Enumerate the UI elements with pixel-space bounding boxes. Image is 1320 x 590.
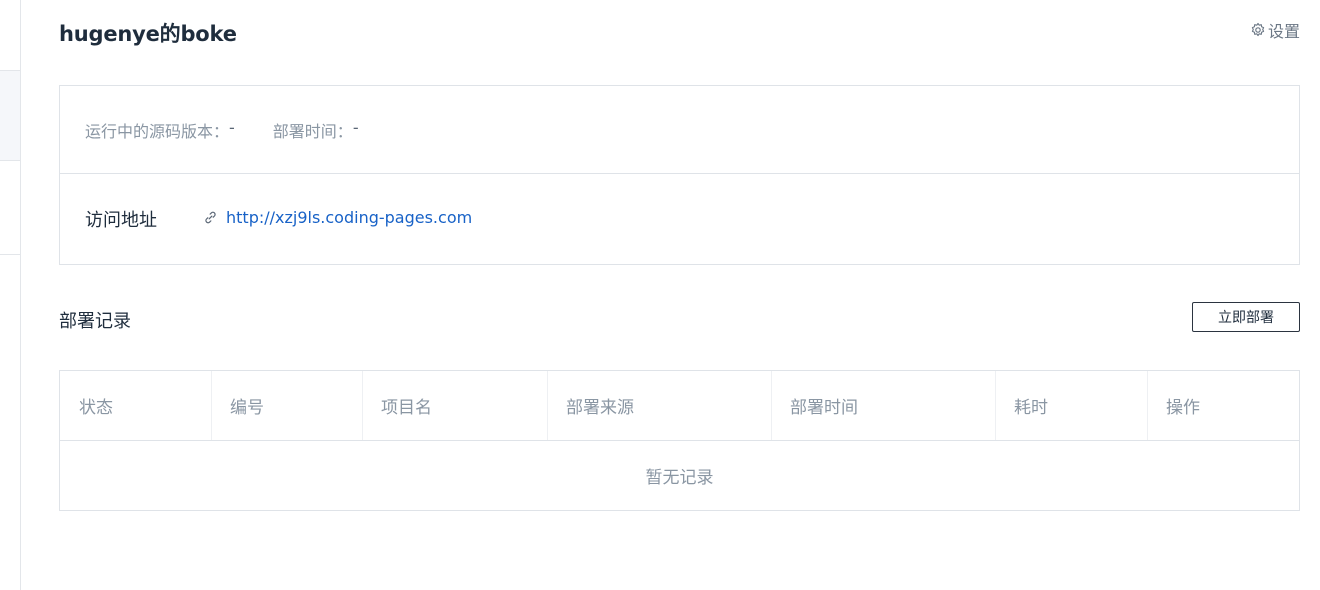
empty-state: 暂无记录	[645, 468, 714, 488]
column-divider	[771, 371, 772, 440]
sidebar-divider	[0, 254, 20, 255]
column-header-duration: 耗时	[1014, 398, 1048, 418]
sidebar-active-item[interactable]	[0, 70, 20, 161]
deploy-time-label: 部署时间：	[272, 121, 353, 141]
visit-url-text: http://xzj9ls.coding-pages.com	[226, 207, 473, 227]
deploy-now-button[interactable]: 立即部署	[1192, 302, 1300, 332]
settings-label: 设置	[1267, 22, 1300, 41]
gear-icon	[1251, 22, 1265, 37]
page-title: hugenye的boke	[59, 22, 237, 46]
table-header: 状态 编号 项目名 部署来源 部署时间 耗时 操作	[60, 371, 1299, 441]
left-sidebar-rail	[0, 0, 21, 590]
visit-url-link[interactable]: http://xzj9ls.coding-pages.com	[203, 208, 472, 227]
deploy-time: 部署时间： -	[273, 118, 359, 142]
deploy-records-title: 部署记录	[59, 311, 131, 332]
version-row: 运行中的源码版本： - 部署时间： -	[60, 86, 1299, 174]
deployment-info-card: 运行中的源码版本： - 部署时间： - 访问地址 http://xzj9ls.c…	[59, 85, 1300, 265]
source-version-label: 运行中的源码版本：	[85, 121, 230, 141]
visit-row: 访问地址 http://xzj9ls.coding-pages.com	[60, 174, 1299, 264]
column-header-status: 状态	[79, 398, 113, 418]
column-header-deploy-time: 部署时间	[790, 398, 858, 418]
column-header-project: 项目名	[381, 398, 432, 418]
column-header-actions: 操作	[1166, 398, 1200, 418]
link-icon	[205, 211, 216, 223]
column-divider	[547, 371, 548, 440]
deploy-time-value: -	[352, 117, 359, 137]
column-divider	[1147, 371, 1148, 440]
visit-address-label: 访问地址	[85, 210, 157, 231]
settings-link[interactable]: 设置	[1250, 18, 1300, 42]
column-divider	[362, 371, 363, 440]
source-version-value: -	[229, 117, 235, 137]
deploy-records-table: 状态 编号 项目名 部署来源 部署时间 耗时 操作 暂无记录	[59, 370, 1300, 511]
column-divider	[995, 371, 996, 440]
source-version: 运行中的源码版本： -	[85, 118, 235, 142]
column-header-number: 编号	[230, 398, 264, 418]
column-header-source: 部署来源	[566, 398, 634, 418]
column-divider	[211, 371, 212, 440]
